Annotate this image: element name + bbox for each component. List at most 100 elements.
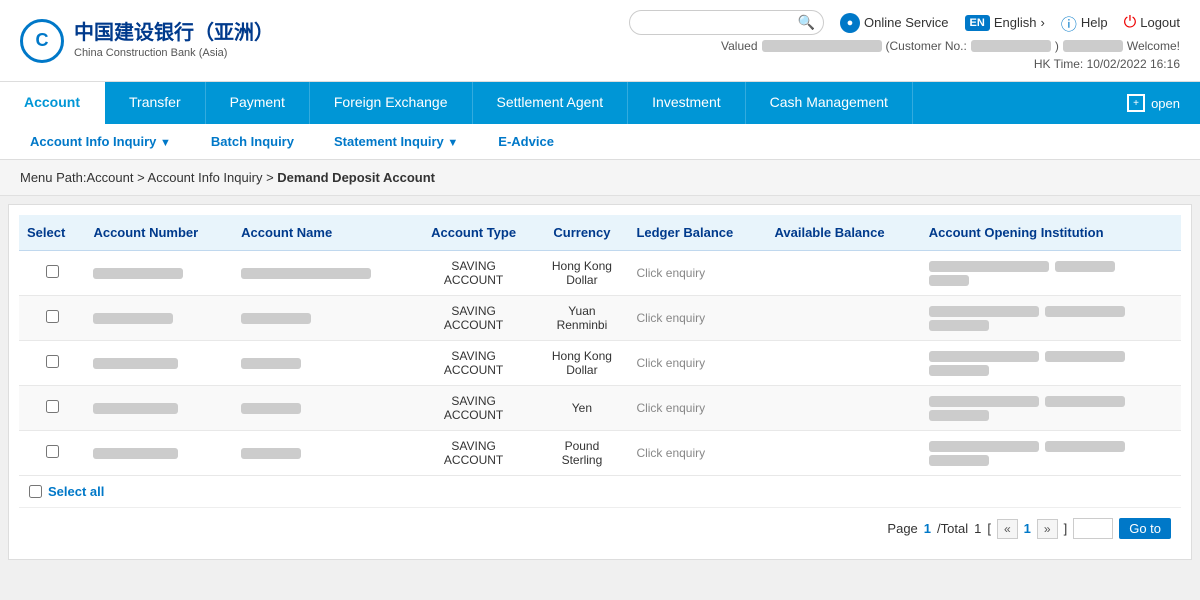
language-label: English [994, 15, 1037, 30]
nav-item-foreign-exchange[interactable]: Foreign Exchange [310, 82, 473, 124]
bracket-open: [ [987, 521, 991, 536]
logo-area: C 中国建设银行（亚洲） China Construction Bank (As… [20, 19, 274, 63]
row2-available [766, 296, 920, 341]
online-service-link[interactable]: ● Online Service [840, 13, 949, 33]
header: C 中国建设银行（亚洲） China Construction Bank (As… [0, 0, 1200, 82]
row4-available [766, 386, 920, 431]
breadcrumb-current: Demand Deposit Account [277, 170, 435, 185]
customer-extra-blurred [1063, 40, 1123, 52]
row1-checkbox[interactable] [46, 265, 59, 278]
row4-institution [921, 386, 1181, 431]
bank-logo-icon: C [20, 19, 64, 63]
row3-currency: Hong KongDollar [535, 341, 628, 386]
row3-ledger[interactable]: Click enquiry [628, 341, 766, 386]
first-page-button[interactable]: « [997, 519, 1018, 539]
subnav-batch-inquiry[interactable]: Batch Inquiry [191, 124, 314, 159]
breadcrumb-path: Menu Path:Account > Account Info Inquiry… [20, 170, 277, 185]
pagination: Page 1 /Total 1 [ « 1 » ] Go to [19, 507, 1181, 549]
help-icon: ⓘ [1061, 11, 1077, 35]
page-number-display: 1 [1024, 521, 1031, 536]
nav-item-payment[interactable]: Payment [206, 82, 310, 124]
subnav: Account Info Inquiry ▼ Batch Inquiry Sta… [0, 124, 1200, 160]
header-top-row: 🔍 ● Online Service EN English › ⓘ Help ⏻… [629, 10, 1180, 35]
row3-select [19, 341, 85, 386]
logout-link[interactable]: ⏻ Logout [1124, 14, 1180, 32]
subnav-statement-inquiry[interactable]: Statement Inquiry ▼ [314, 124, 478, 159]
search-input[interactable] [638, 15, 798, 30]
row3-account-type: SAVINGACCOUNT [412, 341, 536, 386]
row4-account-number [85, 386, 233, 431]
row2-account-number [85, 296, 233, 341]
logout-label: Logout [1140, 15, 1180, 30]
language-selector[interactable]: EN English › [965, 15, 1045, 31]
row5-account-name [233, 431, 412, 476]
search-icon[interactable]: 🔍 [798, 14, 815, 31]
nav-item-cash-management[interactable]: Cash Management [746, 82, 913, 124]
row3-account-name [233, 341, 412, 386]
nav-item-settlement-agent[interactable]: Settlement Agent [473, 82, 629, 124]
search-box[interactable]: 🔍 [629, 10, 824, 35]
row4-ledger[interactable]: Click enquiry [628, 386, 766, 431]
total-pages: 1 [974, 521, 981, 536]
table-row: SAVINGACCOUNT PoundSterling Click enquir… [19, 431, 1181, 476]
bracket-close: ] [1064, 521, 1068, 536]
row1-institution [921, 251, 1181, 296]
row1-ledger[interactable]: Click enquiry [628, 251, 766, 296]
customer-name-blurred [762, 40, 882, 52]
bank-name: 中国建设银行（亚洲） China Construction Bank (Asia… [74, 20, 274, 60]
goto-page-input[interactable] [1073, 518, 1113, 539]
nav-open-button[interactable]: + open [1107, 82, 1200, 124]
row2-ledger[interactable]: Click enquiry [628, 296, 766, 341]
col-account-type: Account Type [412, 215, 536, 251]
current-page: 1 [924, 521, 931, 536]
open-label: open [1151, 96, 1180, 111]
select-all-checkbox[interactable] [29, 485, 42, 498]
row2-checkbox[interactable] [46, 310, 59, 323]
nav-item-investment[interactable]: Investment [628, 82, 745, 124]
row1-account-number [85, 251, 233, 296]
header-right: 🔍 ● Online Service EN English › ⓘ Help ⏻… [629, 10, 1180, 71]
next-page-button[interactable]: » [1037, 519, 1058, 539]
row5-checkbox[interactable] [46, 445, 59, 458]
welcome-row: Valued (Customer No.: ) Welcome! [721, 39, 1180, 53]
language-badge: EN [965, 15, 990, 31]
table-row: SAVINGACCOUNT Hong KongDollar Click enqu… [19, 341, 1181, 386]
col-account-name: Account Name [233, 215, 412, 251]
row5-currency: PoundSterling [535, 431, 628, 476]
row4-currency: Yen [535, 386, 628, 431]
subnav-e-advice[interactable]: E-Advice [478, 124, 574, 159]
page-label: Page [887, 521, 917, 536]
select-all-label: Select all [48, 484, 104, 499]
nav-item-account[interactable]: Account [0, 82, 105, 124]
subnav-account-info-inquiry[interactable]: Account Info Inquiry ▼ [10, 124, 191, 159]
chevron-down-icon-2: ▼ [447, 137, 458, 149]
table-header-row: Select Account Number Account Name Accou… [19, 215, 1181, 251]
main-content: Select Account Number Account Name Accou… [8, 204, 1192, 560]
row2-select [19, 296, 85, 341]
col-select: Select [19, 215, 85, 251]
row4-select [19, 386, 85, 431]
row5-select [19, 431, 85, 476]
row5-ledger[interactable]: Click enquiry [628, 431, 766, 476]
welcome-label: Welcome! [1127, 39, 1180, 53]
row2-account-type: SAVINGACCOUNT [412, 296, 536, 341]
row4-checkbox[interactable] [46, 400, 59, 413]
row3-checkbox[interactable] [46, 355, 59, 368]
row2-institution [921, 296, 1181, 341]
accounts-table: Select Account Number Account Name Accou… [19, 215, 1181, 476]
row1-account-name [233, 251, 412, 296]
valued-label: Valued [721, 39, 757, 53]
total-label: /Total [937, 521, 968, 536]
hk-time: HK Time: 10/02/2022 16:16 [1034, 57, 1180, 71]
goto-button[interactable]: Go to [1119, 518, 1171, 539]
row3-institution [921, 341, 1181, 386]
nav-item-transfer[interactable]: Transfer [105, 82, 206, 124]
help-link[interactable]: ⓘ Help [1061, 11, 1108, 35]
breadcrumb: Menu Path:Account > Account Info Inquiry… [0, 160, 1200, 196]
customer-no-close: ) [1055, 39, 1059, 53]
col-account-number: Account Number [85, 215, 233, 251]
select-all-row: Select all [19, 476, 1181, 507]
row5-available [766, 431, 920, 476]
bank-name-en: China Construction Bank (Asia) [74, 46, 274, 60]
col-currency: Currency [535, 215, 628, 251]
